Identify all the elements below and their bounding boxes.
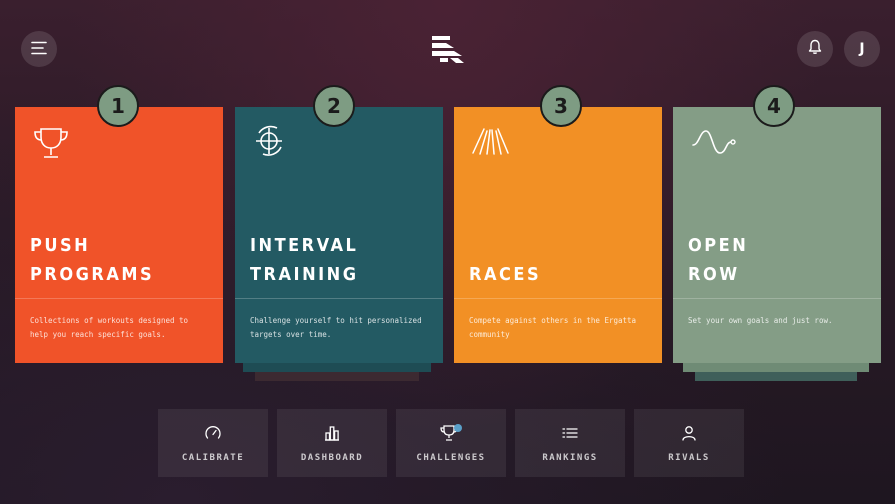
trophy-icon bbox=[31, 123, 71, 163]
person-icon bbox=[634, 424, 744, 442]
card-description: Compete against others in the Ergatta co… bbox=[469, 316, 637, 339]
card-races-wrap: RACES Compete against others in the Erga… bbox=[454, 85, 662, 363]
card-title-line2: PROGRAMS bbox=[30, 264, 155, 285]
bar-chart-icon bbox=[277, 424, 387, 442]
nav-label: RANKINGS bbox=[542, 453, 598, 463]
card-number-badge: 4 bbox=[753, 85, 795, 127]
card-push-programs[interactable]: PUSH PROGRAMS Collections of workouts de… bbox=[15, 107, 223, 363]
nav-challenges[interactable]: CHALLENGES bbox=[396, 409, 506, 477]
card-open-row[interactable]: OPEN ROW Set your own goals and just row… bbox=[673, 107, 881, 363]
card-description: Collections of workouts designed to help… bbox=[30, 316, 189, 339]
nav-dashboard[interactable]: DASHBOARD bbox=[277, 409, 387, 477]
card-title-line2: ROW bbox=[688, 264, 740, 285]
trophy-icon bbox=[396, 424, 506, 442]
avatar-button[interactable]: J bbox=[844, 31, 880, 67]
menu-button[interactable] bbox=[21, 31, 57, 67]
nav-calibrate[interactable]: CALIBRATE bbox=[158, 409, 268, 477]
card-interval-training[interactable]: INTERVAL TRAINING Challenge yourself to … bbox=[235, 107, 443, 363]
card-stack-shadow bbox=[683, 363, 869, 372]
list-icon bbox=[515, 424, 625, 442]
card-open-row-wrap: OPEN ROW Set your own goals and just row… bbox=[673, 85, 881, 381]
card-stack-shadow bbox=[243, 363, 431, 372]
card-description: Challenge yourself to hit personalized t… bbox=[250, 316, 422, 339]
card-number-badge: 1 bbox=[97, 85, 139, 127]
nav-label: RIVALS bbox=[668, 453, 710, 463]
card-divider bbox=[235, 298, 443, 299]
wave-icon bbox=[689, 123, 736, 163]
card-races[interactable]: RACES Compete against others in the Erga… bbox=[454, 107, 662, 363]
card-title-line1: PUSH bbox=[30, 235, 91, 256]
gauge-icon bbox=[158, 424, 268, 442]
card-title-line2: RACES bbox=[469, 264, 542, 285]
race-lanes-icon bbox=[470, 123, 510, 163]
card-title-line1: INTERVAL bbox=[250, 235, 359, 256]
bell-icon bbox=[808, 39, 822, 59]
avatar-initial: J bbox=[859, 41, 865, 57]
nav-label: CALIBRATE bbox=[181, 453, 245, 463]
target-icon bbox=[251, 123, 291, 163]
nav-rivals[interactable]: RIVALS bbox=[634, 409, 744, 477]
card-divider bbox=[454, 298, 662, 299]
card-push-programs-wrap: PUSH PROGRAMS Collections of workouts de… bbox=[15, 85, 223, 363]
card-title-line2: TRAINING bbox=[250, 264, 359, 285]
card-interval-training-wrap: INTERVAL TRAINING Challenge yourself to … bbox=[235, 85, 443, 381]
card-title-line1: OPEN bbox=[688, 235, 749, 256]
card-number-badge: 2 bbox=[313, 85, 355, 127]
card-divider bbox=[15, 298, 223, 299]
nav-label: CHALLENGES bbox=[416, 453, 486, 463]
hamburger-icon bbox=[31, 40, 47, 59]
card-number-badge: 3 bbox=[540, 85, 582, 127]
card-divider bbox=[673, 298, 881, 299]
nav-label: DASHBOARD bbox=[300, 453, 364, 463]
notifications-button[interactable] bbox=[797, 31, 833, 67]
nav-rankings[interactable]: RANKINGS bbox=[515, 409, 625, 477]
card-description: Set your own goals and just row. bbox=[688, 316, 833, 325]
ergatta-logo bbox=[428, 30, 468, 68]
